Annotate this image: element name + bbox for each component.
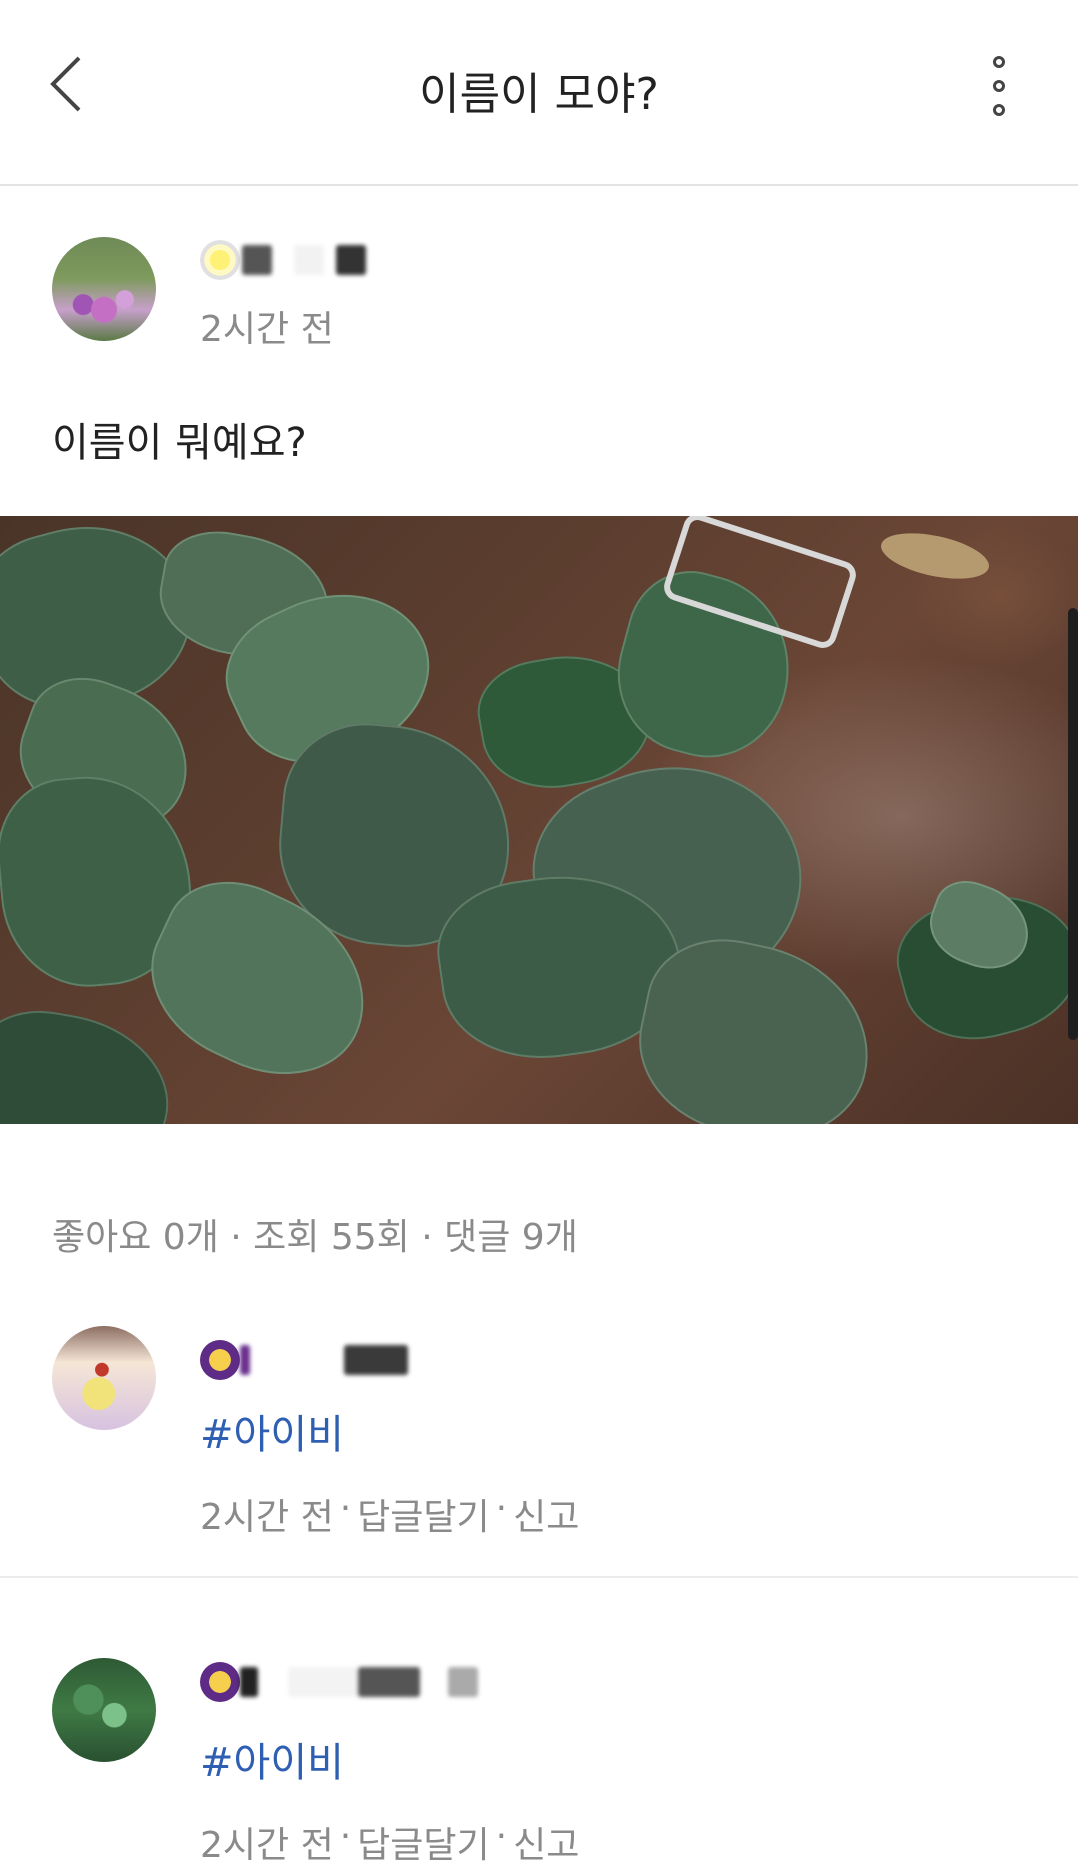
dry-leaf [877, 525, 993, 587]
more-options-button[interactable] [975, 56, 1023, 116]
comment-time: 2시간 전 [200, 1825, 334, 1866]
post-stats: 좋아요 0개 · 조회 55회 · 댓글 9개 [52, 1217, 578, 1258]
comment-meta: 2시간 전 · 답글달기 · 신고 [200, 1488, 579, 1540]
redacted-name [294, 245, 324, 275]
dot [993, 104, 1005, 116]
redacted-name [358, 1667, 420, 1697]
comment-tag[interactable]: #아이비 [200, 1402, 344, 1460]
redacted-name [240, 1345, 250, 1375]
leaf [0, 999, 182, 1124]
divider [0, 1576, 1078, 1578]
redacted-name [336, 245, 366, 275]
top-app-bar: 이름이 모야? [0, 0, 1078, 186]
redacted-name [344, 1345, 408, 1375]
comment-meta: 2시간 전 · 답글달기 · 신고 [200, 1816, 579, 1868]
separator: · [495, 1488, 508, 1529]
comment-time: 2시간 전 [200, 1497, 334, 1538]
report-button[interactable]: 신고 [513, 1816, 579, 1868]
redacted-name [242, 245, 272, 275]
dot [993, 80, 1005, 92]
sun-flower-icon [200, 240, 240, 280]
separator: · [339, 1488, 352, 1529]
post-photo[interactable] [0, 516, 1078, 1124]
author-avatar[interactable] [52, 237, 156, 341]
report-button[interactable]: 신고 [513, 1488, 579, 1540]
god-badge-icon [200, 1340, 240, 1380]
reply-button[interactable]: 답글달기 [357, 1816, 489, 1868]
scrollbar[interactable] [1068, 608, 1078, 1040]
author-name[interactable] [200, 240, 366, 280]
separator: · [495, 1816, 508, 1857]
redacted-name [240, 1667, 258, 1697]
commenter-avatar[interactable] [52, 1658, 156, 1762]
dot [993, 56, 1005, 68]
redacted-name [448, 1667, 478, 1697]
commenter-avatar[interactable] [52, 1326, 156, 1430]
post-text: 이름이 뭐예요? [52, 420, 307, 466]
reply-button[interactable]: 답글달기 [357, 1488, 489, 1540]
separator: · [339, 1816, 352, 1857]
redacted-name [288, 1667, 358, 1697]
page-title: 이름이 모야? [419, 69, 659, 120]
post-time: 2시간 전 [200, 309, 334, 350]
comment-tag[interactable]: #아이비 [200, 1730, 344, 1788]
commenter-name[interactable] [200, 1340, 408, 1380]
commenter-name[interactable] [200, 1662, 478, 1702]
god-badge-icon [200, 1662, 240, 1702]
